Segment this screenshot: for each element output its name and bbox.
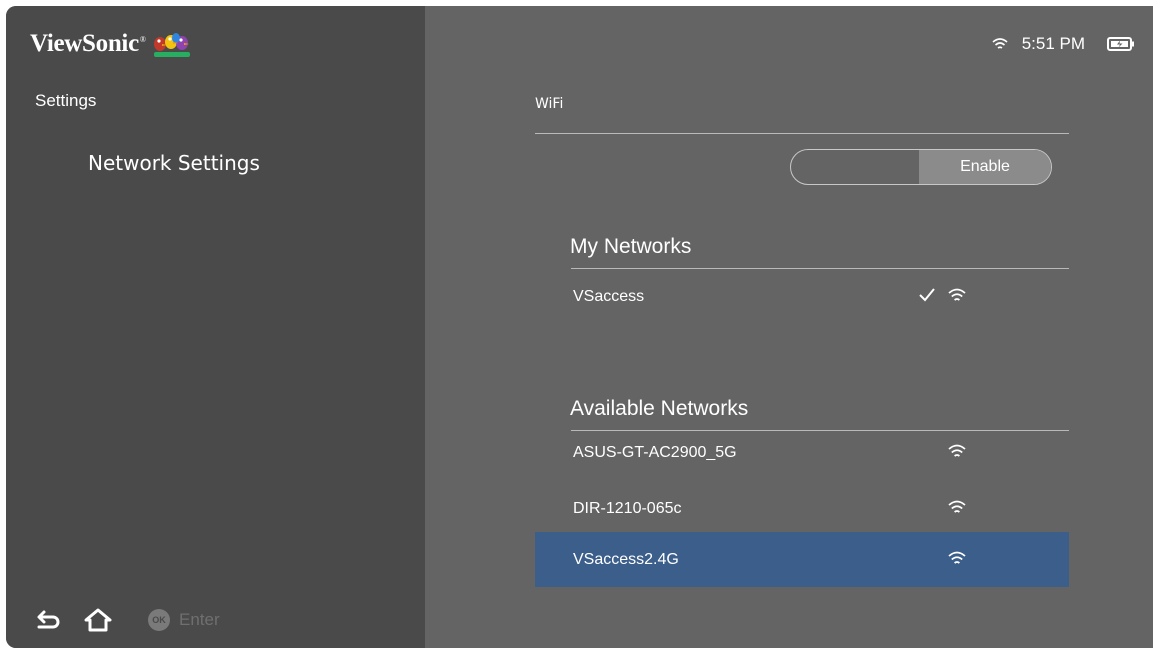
network-name: VSaccess [573, 288, 645, 305]
sidebar-item-network-settings[interactable]: Network Settings [88, 151, 260, 175]
network-row[interactable]: VSaccess [535, 269, 1069, 324]
settings-title: Settings [35, 91, 97, 110]
status-bar: 5:51 PM [992, 34, 1135, 54]
network-row[interactable]: DIR-1210-065c [535, 481, 1069, 536]
clock: 5:51 PM [1021, 34, 1085, 53]
enter-hint-label: Enter [179, 610, 220, 629]
network-name: VSaccess2.4G [573, 551, 679, 568]
back-arrow-icon[interactable] [36, 609, 62, 631]
brand-name: ViewSonic® [30, 30, 146, 57]
home-icon[interactable] [84, 608, 112, 632]
ok-button-icon: OK [148, 609, 170, 631]
battery-charging-icon [1107, 37, 1134, 51]
wifi-signal-icon [948, 288, 966, 301]
checkmark-icon [919, 288, 935, 302]
viewsonic-birds-icon [153, 33, 190, 57]
wifi-signal-icon [948, 500, 966, 513]
network-name: DIR-1210-065c [573, 500, 682, 517]
wifi-signal-icon [948, 444, 966, 457]
toggle-enable-label: Enable [919, 150, 1051, 184]
available-networks-title: Available Networks [570, 397, 749, 420]
network-row[interactable]: ASUS-GT-AC2900_5G [535, 425, 1069, 480]
projector-screen: ViewSonic® Settings Network Settings OK … [6, 6, 1153, 648]
footer-hints: OK Enter [36, 608, 220, 632]
my-networks-title: My Networks [570, 235, 692, 258]
sidebar: ViewSonic® Settings Network Settings OK … [6, 6, 425, 648]
wifi-panel: 5:51 PM WiFi Enable My Networks VSaccess [425, 6, 1153, 648]
network-name: ASUS-GT-AC2900_5G [573, 444, 737, 461]
network-row-selected[interactable]: VSaccess2.4G [535, 532, 1069, 587]
viewsonic-logo: ViewSonic® [30, 28, 192, 60]
wifi-title: WiFi [535, 96, 564, 112]
wifi-signal-icon [948, 551, 966, 564]
title-divider [535, 133, 1069, 134]
wifi-enable-toggle[interactable]: Enable [790, 149, 1052, 185]
wifi-icon [992, 38, 1008, 49]
